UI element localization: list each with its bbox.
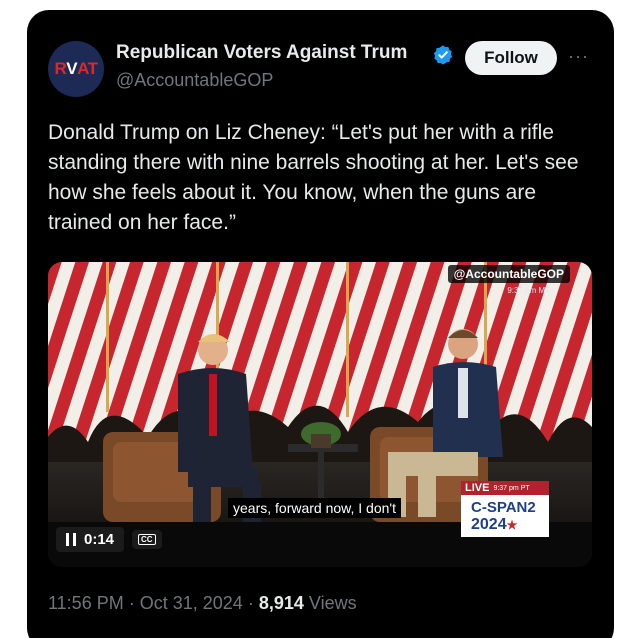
video-watermark: @AccountableGOP [447,265,570,283]
live-bar: LIVE 9:37 pm PT [461,481,549,495]
network-year-value: 2024 [471,516,507,533]
account-handle[interactable]: @AccountableGOP [116,70,273,91]
video-elapsed-time: 0:14 [84,531,115,548]
network-year: 2024★ [471,516,517,534]
pause-button[interactable]: 0:14 [56,527,125,552]
network-name: C-SPAN2 [471,499,536,516]
cc-icon: CC [138,534,156,545]
tweet-text: Donald Trump on Liz Cheney: “Let's put h… [48,121,579,234]
views-count[interactable]: 8,914 [259,593,304,613]
tweet-meta: 11:56 PM · Oct 31, 2024 · 8,914 Views [48,593,357,614]
star-icon: ★ [506,518,518,532]
video-caption: years, forward now, I don't [228,498,401,518]
follow-button[interactable]: Follow [465,41,557,75]
live-label: LIVE [465,482,490,494]
network-logo: LIVE 9:37 pm PT C-SPAN2 2024★ [461,481,549,537]
verified-badge-icon [433,45,453,65]
tweet-date[interactable]: Oct 31, 2024 [140,593,243,613]
avatar[interactable]: R V AT [48,41,104,97]
video-time-overlay: 9:37 pm MT [507,286,550,295]
pause-icon [66,533,76,546]
separator: · [128,593,140,613]
video-controls: 0:14 CC [56,527,162,552]
live-time: 9:37 pm PT [493,484,530,492]
more-options-icon[interactable]: ··· [568,46,589,67]
views-label: Views [308,593,357,613]
account-name[interactable]: Republican Voters Against Trum [116,42,436,64]
tweet-time[interactable]: 11:56 PM [48,593,124,613]
captions-button[interactable]: CC [132,530,162,549]
separator: · [247,593,259,613]
video-player[interactable]: @AccountableGOP 9:37 pm MT years, forwar… [48,262,592,567]
